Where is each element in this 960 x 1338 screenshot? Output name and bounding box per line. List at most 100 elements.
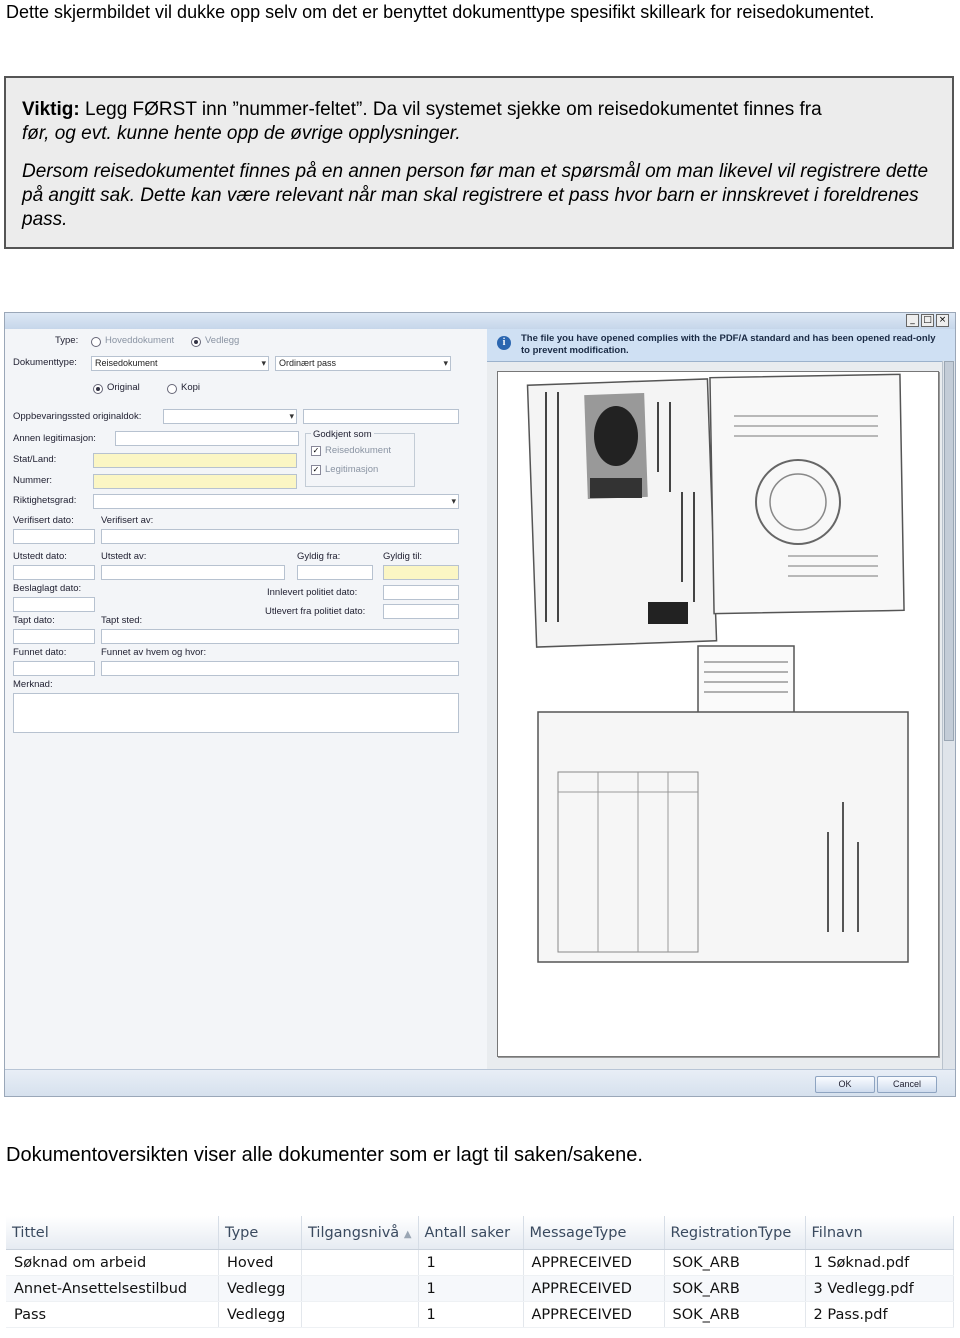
beslaglagt-dato-field[interactable] — [13, 597, 95, 612]
note-text-1b: før, og evt. kunne hente opp de øvrige o… — [22, 123, 461, 144]
doktype-select[interactable]: Reisedokument — [91, 356, 269, 371]
dialog-titlebar: _ □ × — [5, 313, 955, 329]
column-header-type[interactable]: Type — [218, 1216, 302, 1250]
beslaglagt-dato-label: Beslaglagt dato: — [13, 583, 82, 594]
cell-type: Hoved — [218, 1249, 302, 1276]
utstedt-av-label: Utstedt av: — [101, 551, 147, 562]
important-note-box: Viktig: Legg FØRST inn ”nummer-feltet”. … — [4, 76, 954, 249]
utlevert-label: Utlevert fra politiet dato: — [265, 606, 366, 617]
funnet-av-field[interactable] — [101, 661, 459, 676]
cell-tittel: Pass — [6, 1301, 219, 1328]
oppbevaring-extra-field[interactable] — [303, 409, 459, 424]
annen-legitimasjon-label: Annen legitimasjon: — [13, 433, 96, 444]
scanned-passport-image — [526, 373, 909, 963]
column-header-tilgangsniva[interactable]: Tilgangsnivå ▲ — [301, 1216, 419, 1250]
oppbevaring-select[interactable] — [163, 409, 297, 424]
original-radio[interactable] — [93, 384, 103, 394]
maximize-button[interactable]: □ — [921, 314, 934, 327]
innlevert-label: Innlevert politiet dato: — [267, 587, 358, 598]
tapt-dato-label: Tapt dato: — [13, 615, 55, 626]
table-row[interactable]: Søknad om arbeid Hoved 1 APPRECEIVED SOK… — [6, 1249, 955, 1276]
cell-type: Vedlegg — [218, 1301, 302, 1328]
cell-tittel: Annet-Ansettelsestilbud — [6, 1275, 219, 1302]
cancel-button[interactable]: Cancel — [877, 1076, 937, 1093]
gyldig-fra-label: Gyldig fra: — [297, 551, 341, 562]
cell-filnavn: 2 Pass.pdf — [805, 1301, 955, 1328]
utstedt-dato-field[interactable] — [13, 565, 95, 580]
godkjent-reisedokument-label: Reisedokument — [325, 445, 392, 456]
godkjent-reisedokument-checkbox[interactable]: ✓ — [311, 446, 321, 456]
cell-type: Vedlegg — [218, 1275, 302, 1302]
tapt-sted-field[interactable] — [101, 629, 459, 644]
verifisert-dato-field[interactable] — [13, 529, 95, 544]
sort-arrow-icon: ▲ — [403, 1228, 412, 1240]
utstedt-dato-label: Utstedt dato: — [13, 551, 67, 562]
document-overview-table: Tittel Type Tilgangsnivå ▲ Antall saker … — [6, 1216, 955, 1328]
close-button[interactable]: × — [936, 314, 949, 327]
cell-tittel: Søknad om arbeid — [6, 1249, 219, 1276]
minimize-button[interactable]: _ — [906, 314, 919, 327]
innlevert-field[interactable] — [383, 585, 459, 600]
type-option-vedlegg: Vedlegg — [205, 335, 240, 346]
doktype-sub-select[interactable]: Ordinært pass — [275, 356, 451, 371]
type-option-hoveddokument: Hoveddokument — [105, 335, 175, 346]
cell-tilgangsniva — [301, 1249, 419, 1276]
cell-antall-saker: 1 — [418, 1249, 524, 1276]
column-header-antall-saker[interactable]: Antall saker — [418, 1216, 524, 1250]
scanned-passport-page[interactable] — [497, 371, 939, 1057]
type-radio-vedlegg[interactable] — [191, 337, 201, 347]
pdf-info-message: The file you have opened complies with t… — [521, 333, 936, 356]
godkjent-legitimasjon-checkbox[interactable]: ✓ — [311, 465, 321, 475]
ok-button[interactable]: OK — [815, 1076, 875, 1093]
pdf-scrollbar-thumb[interactable] — [944, 361, 954, 741]
type-radio-hoveddokument[interactable] — [91, 337, 101, 347]
riktighetsgrad-select[interactable] — [93, 494, 459, 509]
tapt-dato-field[interactable] — [13, 629, 95, 644]
verifisert-dato-label: Verifisert dato: — [13, 515, 74, 526]
gyldig-fra-field[interactable] — [297, 565, 373, 580]
cell-registrationtype: SOK_ARB — [664, 1249, 806, 1276]
doktype-label: Dokumenttype: — [13, 357, 77, 368]
cell-messagetype: APPRECEIVED — [523, 1275, 665, 1302]
stat-land-field[interactable] — [93, 453, 297, 468]
document-overview-caption: Dokumentoversikten viser alle dokumenter… — [6, 1144, 643, 1166]
godkjent-som-title: Godkjent som — [311, 429, 374, 440]
note-text-1: Legg FØRST inn ”nummer-feltet”. Da vil s… — [79, 99, 822, 120]
column-header-messagetype[interactable]: MessageType — [523, 1216, 665, 1250]
pdf-scrollbar[interactable] — [942, 361, 955, 1069]
note-paragraph-2: Dersom reisedokumentet finnes på en anne… — [22, 161, 929, 230]
funnet-dato-label: Funnet dato: — [13, 647, 67, 658]
info-icon: i — [497, 336, 511, 350]
stat-land-label: Stat/Land: — [13, 454, 57, 465]
column-header-tittel[interactable]: Tittel — [6, 1216, 219, 1250]
window-controls: _ □ × — [906, 314, 949, 327]
verifisert-av-field[interactable] — [101, 529, 459, 544]
funnet-av-label: Funnet av hvem og hvor: — [101, 647, 207, 658]
nummer-field[interactable] — [93, 474, 297, 489]
table-row[interactable]: Pass Vedlegg 1 APPRECEIVED SOK_ARB 2 Pas… — [6, 1301, 955, 1328]
column-header-filnavn[interactable]: Filnavn — [805, 1216, 955, 1250]
column-header-registrationtype[interactable]: RegistrationType — [664, 1216, 806, 1250]
funnet-dato-field[interactable] — [13, 661, 95, 676]
cell-antall-saker: 1 — [418, 1301, 524, 1328]
nummer-label: Nummer: — [13, 475, 53, 486]
original-option-label: Original — [107, 382, 140, 393]
cell-filnavn: 1 Søknad.pdf — [805, 1249, 955, 1276]
gyldig-til-field[interactable] — [383, 565, 459, 580]
verifisert-av-label: Verifisert av: — [101, 515, 154, 526]
intro-text: Dette skjermbildet vil dukke opp selv om… — [6, 2, 875, 22]
merknad-textarea[interactable] — [13, 693, 459, 733]
cell-filnavn: 3 Vedlegg.pdf — [805, 1275, 955, 1302]
annen-legitimasjon-field[interactable] — [115, 431, 299, 446]
table-row[interactable]: Annet-Ansettelsestilbud Vedlegg 1 APPREC… — [6, 1275, 955, 1302]
type-label: Type: — [55, 335, 79, 346]
kopi-option-label: Kopi — [181, 382, 201, 393]
cell-messagetype: APPRECEIVED — [523, 1249, 665, 1276]
cell-antall-saker: 1 — [418, 1275, 524, 1302]
cell-tilgangsniva — [301, 1275, 419, 1302]
travel-document-dialog: _ □ × Type: Hoveddokument Vedlegg Dokume… — [4, 312, 956, 1097]
utlevert-field[interactable] — [383, 604, 459, 619]
kopi-radio[interactable] — [167, 384, 177, 394]
note-bold-label: Viktig: — [22, 99, 80, 120]
utstedt-av-field[interactable] — [101, 565, 285, 580]
